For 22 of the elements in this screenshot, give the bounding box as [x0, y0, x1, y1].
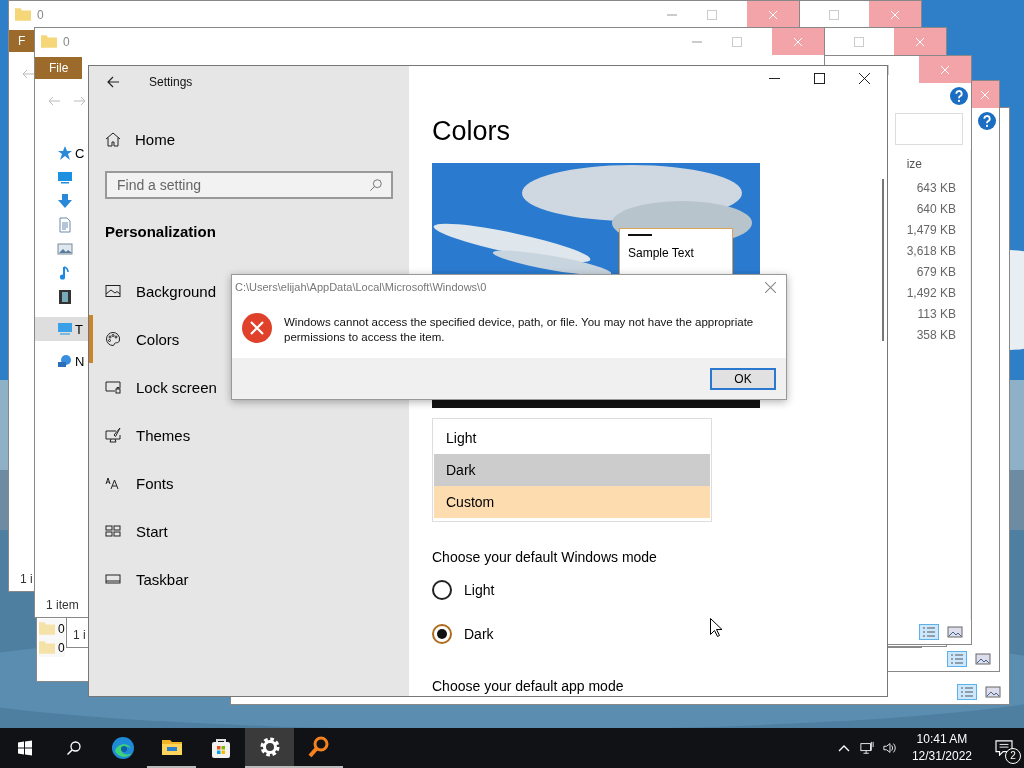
table-cell-text: 643 KB	[915, 180, 956, 197]
status-text: 1 item	[46, 598, 79, 612]
window-title: Settings	[149, 75, 193, 89]
notification-badge: 2	[1005, 748, 1021, 764]
table-cell-text: 113 KB	[916, 306, 956, 323]
table-cell-text: 3,618 KB	[906, 243, 956, 260]
table-cell-text: 1,492 KB	[906, 285, 956, 302]
setting-label: Choose your default Windows mode	[432, 548, 657, 567]
page-heading: Colors	[432, 115, 511, 148]
clock-time: 10:41 AM	[916, 731, 968, 748]
clock-date: 12/31/2022	[911, 748, 972, 765]
window-title: 0	[37, 7, 44, 22]
section-heading: Personalization	[104, 222, 217, 242]
table-cell-text: 358 KB	[915, 327, 956, 344]
table-cell-text: 679 KB	[915, 264, 956, 281]
status-text: 1 i	[73, 628, 86, 642]
table-cell-text: 1,479 KB	[906, 222, 956, 239]
window-title: 0	[63, 34, 70, 49]
table-cell-text: 640 KB	[915, 201, 956, 218]
dialog-title: C:\Users\elijah\AppData\Local\Microsoft\Windows\0	[235, 281, 487, 293]
status-text: 1 i	[20, 572, 33, 586]
setting-label: Choose your default app mode	[432, 677, 624, 696]
